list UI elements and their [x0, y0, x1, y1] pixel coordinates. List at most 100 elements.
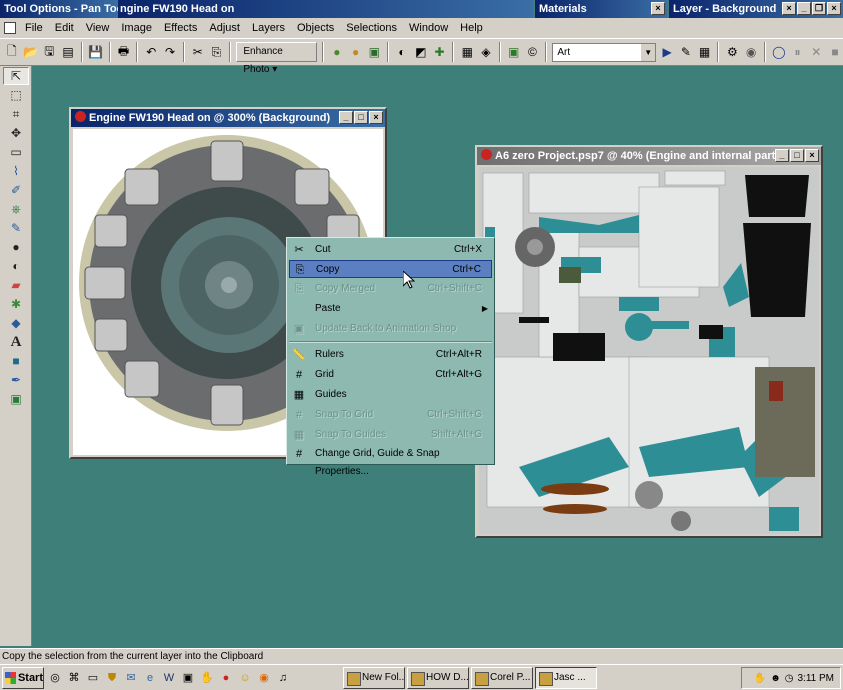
rectangle-select-icon[interactable]: ▭	[3, 143, 29, 161]
quicklaunch-music-icon[interactable]: ♫	[275, 670, 291, 686]
task-how-doc[interactable]: HOW D...	[407, 666, 469, 689]
menu-selections[interactable]: Selections	[340, 22, 403, 34]
task-jasc[interactable]: Jasc ...	[535, 666, 597, 689]
quicklaunch-word-icon[interactable]: W	[161, 670, 177, 686]
menu-item-grid-properties[interactable]: # Change Grid, Guide & Snap Properties..…	[289, 445, 492, 477]
menu-item-grid[interactable]: # Grid Ctrl+Alt+G	[289, 366, 492, 384]
run-script-icon[interactable]: ▶	[659, 43, 675, 61]
tray-panda-icon[interactable]: ☻	[770, 673, 781, 684]
pan-tool-icon[interactable]: ⇱	[3, 67, 29, 85]
new-file-icon[interactable]: 🗋	[4, 43, 20, 61]
learning-center-icon[interactable]: ▣	[506, 43, 522, 61]
quicklaunch-psp-icon[interactable]: ●	[218, 670, 234, 686]
script-combo[interactable]: Art ▼	[552, 42, 657, 62]
minimize-icon[interactable]: _	[775, 149, 789, 162]
task-new-folder[interactable]: New Fol...	[343, 666, 405, 689]
text-tool-icon[interactable]: A	[3, 333, 29, 351]
menu-item-guides[interactable]: ▦ Guides	[289, 386, 492, 404]
menu-layers[interactable]: Layers	[246, 22, 291, 34]
overview-icon[interactable]: ▣	[366, 43, 382, 61]
browse-icon[interactable]: 🖫	[41, 43, 57, 61]
quicklaunch-camera-icon[interactable]: ▣	[180, 670, 196, 686]
tray-clock-icon[interactable]: ◷	[785, 673, 794, 684]
menu-edit[interactable]: Edit	[49, 22, 80, 34]
close-icon[interactable]: ×	[369, 111, 383, 124]
menu-adjust[interactable]: Adjust	[203, 22, 246, 34]
minimize-icon[interactable]: _	[339, 111, 353, 124]
menu-item-cut[interactable]: ✂ Cut Ctrl+X	[289, 241, 492, 259]
redo-icon[interactable]: ↷	[162, 43, 178, 61]
menu-view[interactable]: View	[80, 22, 116, 34]
print-icon[interactable]: 🖶	[116, 43, 132, 61]
image-info-icon[interactable]: ▦	[459, 43, 475, 61]
close-icon[interactable]: ×	[827, 2, 841, 15]
materials-icon[interactable]: ●	[348, 43, 364, 61]
flood-fill-icon[interactable]: ◆	[3, 314, 29, 332]
engine-window-titlebar[interactable]: Engine FW190 Head on @ 300% (Background)…	[71, 109, 385, 127]
document-icon[interactable]	[4, 22, 16, 34]
dropper-tool-icon[interactable]: ⌇	[3, 162, 29, 180]
crop-tool-icon[interactable]: ⌗	[3, 105, 29, 123]
retouch-tool-icon[interactable]: ●	[3, 238, 29, 256]
maximize-icon[interactable]: □	[790, 149, 804, 162]
close-icon[interactable]: ×	[782, 2, 796, 15]
chevron-down-icon[interactable]: ▼	[641, 43, 656, 61]
open-folder-icon[interactable]: 📂	[23, 43, 39, 61]
palette-icon[interactable]: ●	[329, 43, 345, 61]
edit-script-icon[interactable]: ✎	[678, 43, 694, 61]
histogram-icon[interactable]: ◐	[394, 43, 410, 61]
menu-help[interactable]: Help	[454, 22, 489, 34]
pen-tool-icon[interactable]: ✒	[3, 371, 29, 389]
menu-file[interactable]: File	[19, 22, 49, 34]
run-scripts-icon[interactable]: ⚙	[724, 43, 740, 61]
menu-image[interactable]: Image	[115, 22, 158, 34]
cut-icon[interactable]: ✂	[190, 43, 206, 61]
zero-canvas[interactable]	[479, 167, 819, 534]
preset-shapes-icon[interactable]: ■	[3, 352, 29, 370]
menu-effects[interactable]: Effects	[158, 22, 203, 34]
stop-script-icon[interactable]: ◉	[743, 43, 759, 61]
quicklaunch-firefox-icon[interactable]: ◉	[256, 670, 272, 686]
selection-tool-icon[interactable]: ⬚	[3, 86, 29, 104]
script-icon[interactable]: ✚	[432, 43, 448, 61]
tool-options-titlebar[interactable]: Tool Options - Pan Tool	[0, 0, 118, 18]
paint-brush-icon[interactable]: ✐	[3, 181, 29, 199]
zero-window-titlebar[interactable]: A6 zero Project.psp7 @ 40% (Engine and i…	[477, 147, 821, 165]
maximize-icon[interactable]: □	[354, 111, 368, 124]
script-output-icon[interactable]: ▦	[697, 43, 713, 61]
menu-item-rulers[interactable]: 📏 Rulers Ctrl+Alt+R	[289, 346, 492, 364]
quicklaunch-desktop-icon[interactable]: ▭	[85, 670, 101, 686]
contrast-icon[interactable]: ◩	[413, 43, 429, 61]
restore-icon[interactable]: ❐	[812, 2, 826, 15]
undo-icon[interactable]: ↶	[143, 43, 159, 61]
color-replacer-icon[interactable]: ✎	[3, 219, 29, 237]
quicklaunch-outlook-icon[interactable]: ✉	[123, 670, 139, 686]
menu-objects[interactable]: Objects	[291, 22, 340, 34]
zero-project-window[interactable]: A6 zero Project.psp7 @ 40% (Engine and i…	[475, 145, 823, 538]
move-tool-icon[interactable]: ✥	[3, 124, 29, 142]
save-script-icon[interactable]: ■	[827, 43, 843, 61]
materials-titlebar[interactable]: Materials ×	[535, 0, 667, 18]
dodge-tool-icon[interactable]: ◐	[3, 257, 29, 275]
enhance-photo-button[interactable]: Enhance Photo ▾	[236, 42, 317, 75]
close-icon[interactable]: ×	[651, 2, 665, 15]
copyright-icon[interactable]: ©	[525, 43, 541, 61]
cancel-icon[interactable]: ✕	[808, 43, 824, 61]
tray-clock[interactable]: 3:11 PM	[798, 673, 835, 684]
menu-item-paste[interactable]: Paste ▶	[289, 300, 492, 318]
quicklaunch-ie-icon[interactable]: e	[142, 670, 158, 686]
minimize-icon[interactable]: _	[797, 2, 811, 15]
quicklaunch-shield-icon[interactable]: ⛊	[104, 670, 120, 686]
picture-tube-icon[interactable]: ✱	[3, 295, 29, 313]
start-button[interactable]: Start	[2, 666, 44, 689]
eraser-tool-icon[interactable]: ▰	[3, 276, 29, 294]
layer-titlebar[interactable]: Layer - Background × _ ❐ ×	[669, 0, 843, 18]
menu-window[interactable]: Window	[403, 22, 454, 34]
quicklaunch-smiley-icon[interactable]: ☺	[237, 670, 253, 686]
tray-hand-icon[interactable]: ✋	[754, 673, 766, 684]
scan-icon[interactable]: ▤	[60, 43, 76, 61]
app-titlebar[interactable]: ngine FW190 Head on	[118, 0, 533, 18]
pause-icon[interactable]: ⏸	[790, 43, 806, 61]
quicklaunch-network-icon[interactable]: ⌘	[66, 670, 82, 686]
clone-brush-icon[interactable]: ⎈	[3, 200, 29, 218]
